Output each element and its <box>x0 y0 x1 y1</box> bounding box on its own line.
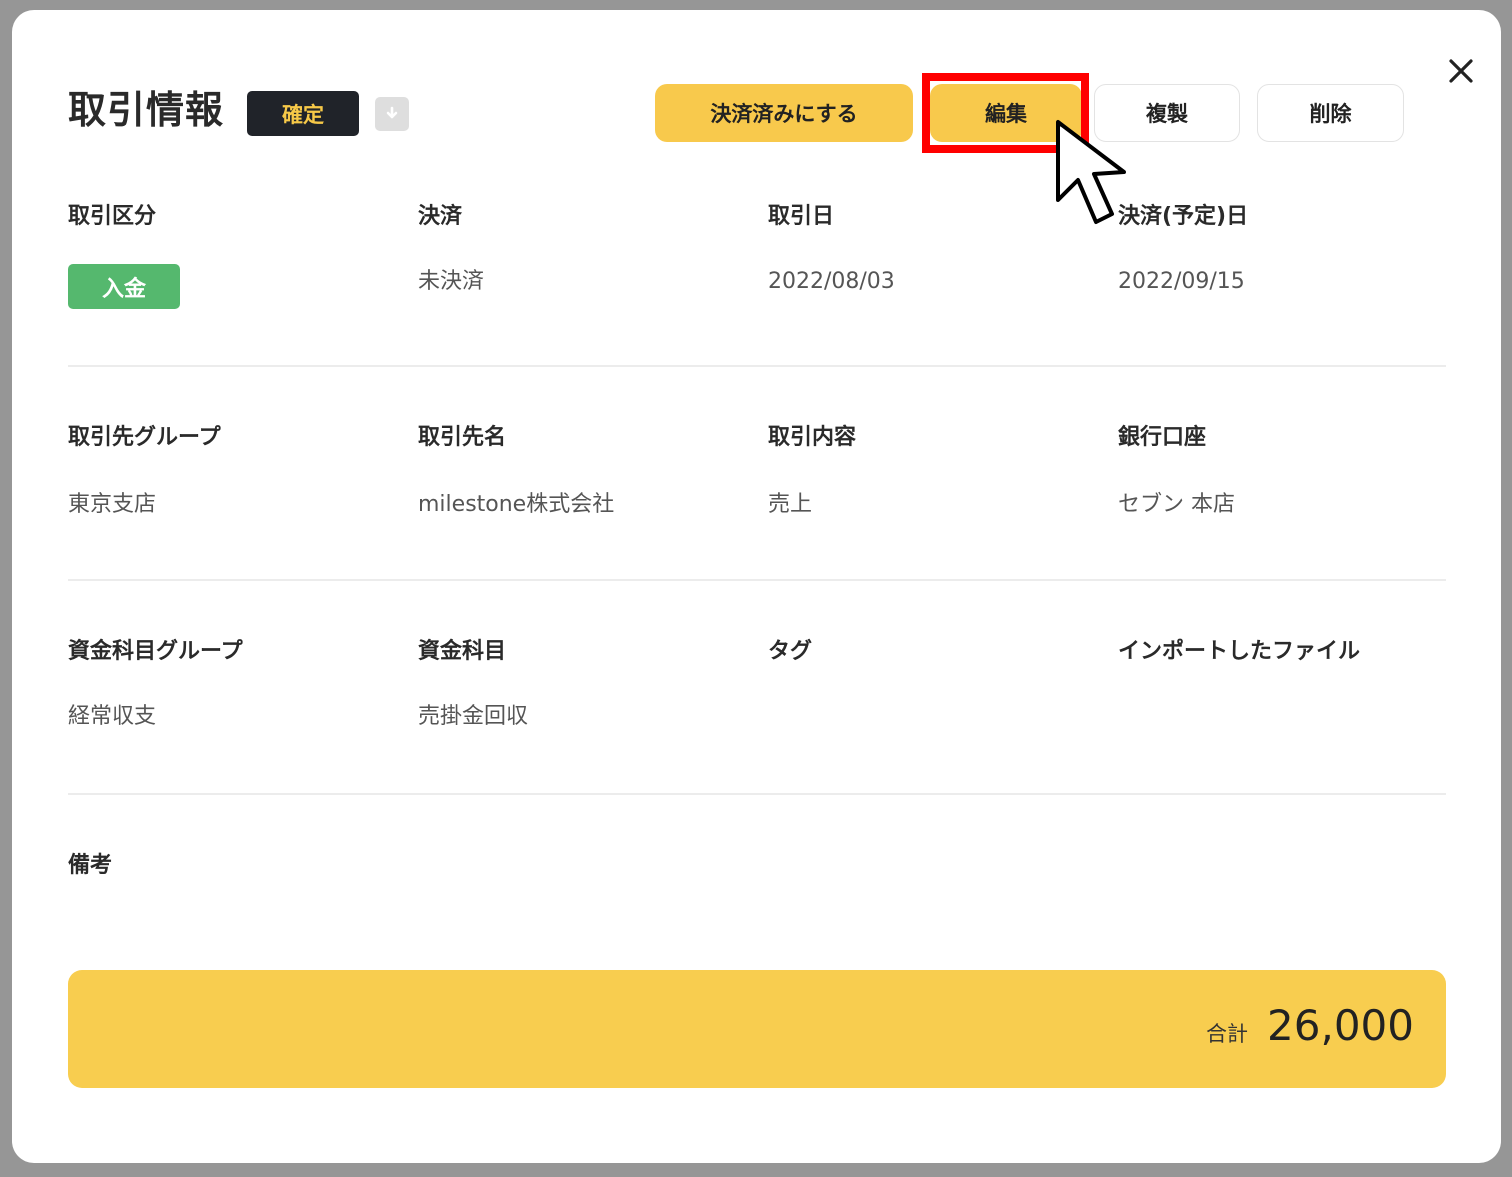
total-label: 合計 <box>1206 1022 1248 1046</box>
content-label: 取引内容 <box>768 425 857 450</box>
page-title: 取引情報 <box>68 88 225 132</box>
edit-button[interactable]: 編集 <box>930 84 1082 142</box>
partner-name-label: 取引先名 <box>418 425 507 450</box>
imported-file-label: インポートしたファイル <box>1118 639 1361 664</box>
total-bar: 合計 26,000 <box>68 970 1446 1088</box>
duplicate-button[interactable]: 複製 <box>1094 84 1240 142</box>
fund-item-label: 資金科目 <box>418 639 507 664</box>
divider <box>68 579 1446 581</box>
bank-account-value: セブン 本店 <box>1118 492 1235 517</box>
fund-item-value: 売掛金回収 <box>418 704 529 729</box>
transaction-date-label: 取引日 <box>768 204 835 229</box>
type-label: 取引区分 <box>68 204 157 229</box>
status-badge: 確定 <box>247 91 359 136</box>
divider <box>68 365 1446 367</box>
due-date-label: 決済(予定)日 <box>1118 204 1249 229</box>
bank-account-label: 銀行口座 <box>1118 425 1207 450</box>
divider <box>68 793 1446 795</box>
close-icon <box>1449 59 1473 83</box>
partner-group-label: 取引先グループ <box>68 425 221 450</box>
close-button[interactable] <box>1438 48 1484 94</box>
notes-label: 備考 <box>68 853 113 878</box>
tag-label: タグ <box>768 639 813 664</box>
delete-button[interactable]: 削除 <box>1257 84 1404 142</box>
due-date-value: 2022/09/15 <box>1118 269 1245 294</box>
fund-group-label: 資金科目グループ <box>68 639 243 664</box>
total-amount: 26,000 <box>1267 1001 1414 1050</box>
archive-download-icon[interactable] <box>375 97 409 131</box>
partner-name-value: milestone株式会社 <box>418 492 615 517</box>
transaction-date-value: 2022/08/03 <box>768 269 895 294</box>
settlement-value: 未決済 <box>418 269 485 294</box>
fund-group-value: 経常収支 <box>68 704 157 729</box>
settlement-label: 決済 <box>418 204 463 229</box>
content-value: 売上 <box>768 492 813 517</box>
mark-settled-button[interactable]: 決済済みにする <box>655 84 913 142</box>
type-badge: 入金 <box>68 264 180 309</box>
partner-group-value: 東京支店 <box>68 492 157 517</box>
